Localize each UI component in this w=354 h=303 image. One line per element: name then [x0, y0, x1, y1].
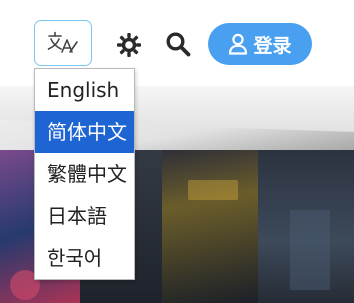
login-label: 登录 — [253, 34, 292, 57]
language-switch-button[interactable] — [34, 20, 92, 66]
language-menu: English 简体中文 繁體中文 日本語 한국어 — [34, 68, 135, 280]
user-icon — [229, 33, 248, 55]
language-option-japanese[interactable]: 日本語 — [35, 195, 134, 237]
translate-icon — [47, 31, 78, 53]
page: 登录 English 简体中文 繁體中文 日本語 한국어 — [0, 0, 354, 303]
language-option-english[interactable]: English — [35, 69, 134, 111]
poster-image — [162, 150, 258, 303]
language-option-traditional-chinese[interactable]: 繁體中文 — [35, 153, 134, 195]
language-option-simplified-chinese[interactable]: 简体中文 — [35, 111, 134, 153]
poster-detail — [188, 180, 238, 200]
sun-gear-icon[interactable] — [116, 32, 142, 58]
search-icon[interactable] — [165, 31, 191, 57]
poster-detail — [290, 210, 330, 290]
login-button[interactable]: 登录 — [208, 23, 312, 65]
language-option-korean[interactable]: 한국어 — [35, 237, 134, 279]
